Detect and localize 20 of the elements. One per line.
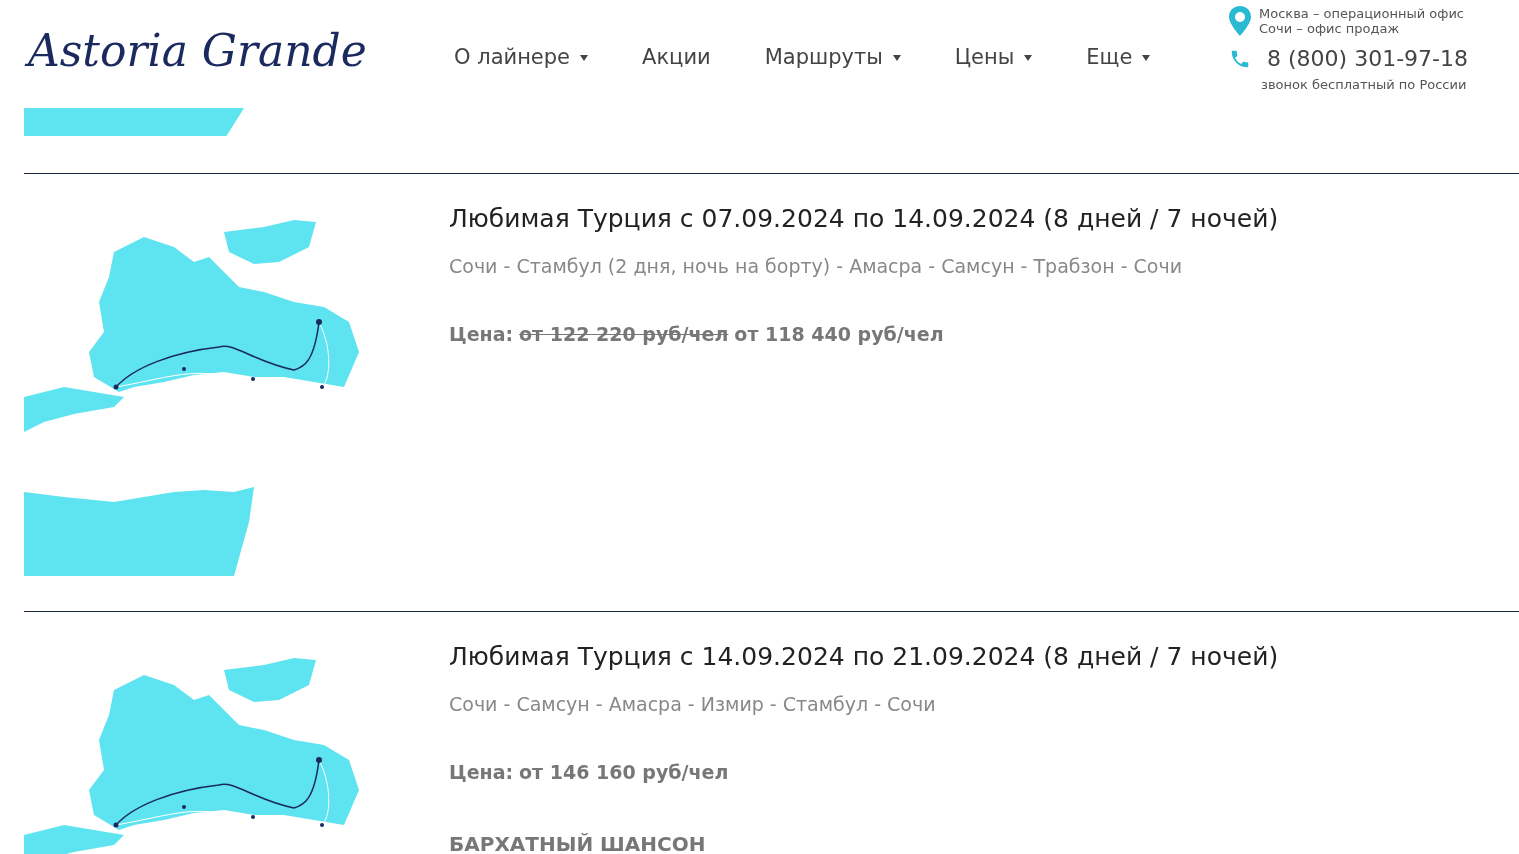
cruise-tag: БАРХАТНЫЙ ШАНСОН (449, 828, 1279, 854)
phone-note: звонок бесплатный по России (1261, 76, 1468, 94)
cruise-title[interactable]: Любимая Турция с 07.09.2024 по 14.09.2024 (8 дней / 7 ночей) (449, 200, 1279, 238)
price-value: от 146 160 руб/чел (519, 760, 729, 785)
route-text: Сочи - Самсун - Амасра - Измир - Стамбул - Сочи (449, 691, 937, 717)
office-text: Сочи – офис продаж (1259, 21, 1401, 36)
nav-link[interactable]: Маршруты (764, 42, 901, 74)
nav-link[interactable]: О лайнере (454, 42, 589, 74)
route-text: Сочи - Стамбул (2 дня, ночь на борту) - Амасра - Самсун - Трабзон - Сочи (449, 253, 1184, 279)
cruise-title[interactable]: Любимая Турция с 14.09.2024 по 21.09.2024 (8 дней / 7 ночей) (449, 638, 1279, 676)
phone-link[interactable]: 8 (800) 301-97-18 (1267, 42, 1468, 75)
price-label: Цена: (449, 322, 514, 347)
old-price: от 122 220 руб/чел (519, 322, 729, 347)
price-value: от 118 440 руб/чел (734, 322, 944, 347)
nav-link[interactable]: Еще (1086, 42, 1151, 74)
price-label: Цена: (449, 760, 514, 785)
nav-link[interactable]: Цены (954, 42, 1033, 74)
office-text: Москва – операционный офис (1259, 6, 1464, 21)
location-pin-icon (1229, 6, 1251, 36)
nav-link[interactable]: Акции (642, 42, 711, 74)
